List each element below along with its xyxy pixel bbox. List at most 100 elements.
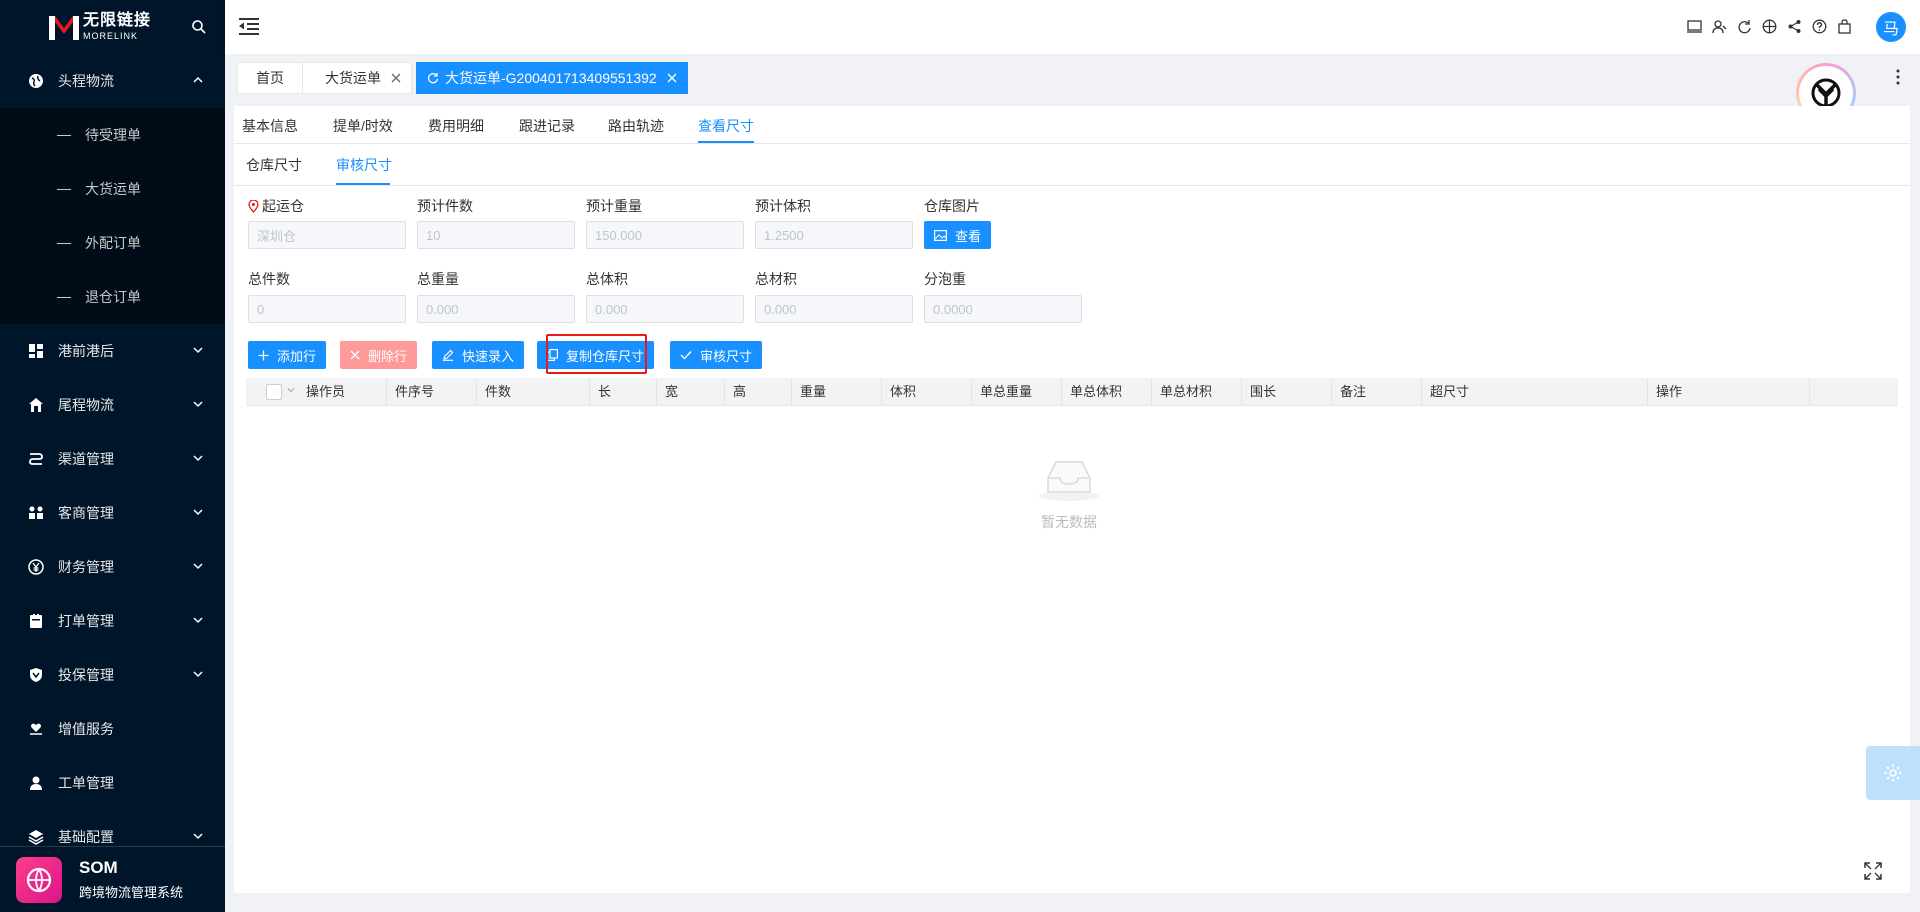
- sidebar: 无限链接 MORELINK 头程物流 待受理单 大货运单 外配订单 退仓订单 港…: [0, 0, 225, 912]
- sidebar-subitem-label: 待受理单: [85, 127, 141, 143]
- total-pieces-field[interactable]: 0: [248, 295, 406, 323]
- user-switch-icon[interactable]: [1712, 19, 1727, 34]
- sidebar-item-first-leg[interactable]: 头程物流: [0, 54, 225, 108]
- chevron-down-icon[interactable]: [287, 386, 295, 394]
- refresh-icon[interactable]: [1737, 19, 1752, 34]
- tab-follow-up[interactable]: 跟进记录: [519, 116, 575, 136]
- help-icon[interactable]: [1812, 19, 1827, 34]
- fullscreen-icon[interactable]: [1864, 862, 1882, 880]
- morelink-logo-icon: [49, 16, 79, 40]
- est-weight-field[interactable]: 150.000: [586, 221, 744, 249]
- column-header: 件数: [477, 378, 590, 406]
- brand-logo[interactable]: 无限链接 MORELINK: [0, 0, 225, 54]
- detail-tabs: 基本信息 提单/时效 费用明细 跟进记录 路由轨迹 查看尺寸: [234, 106, 1910, 144]
- est-pieces-label: 预计件数: [417, 198, 473, 214]
- add-row-button[interactable]: 添加行: [248, 341, 327, 369]
- sidebar-item-value-added[interactable]: 增值服务: [0, 702, 225, 756]
- sidebar-item-insurance[interactable]: 投保管理: [0, 648, 225, 702]
- tab-label: 首页: [256, 70, 284, 86]
- tab-audit-size[interactable]: 审核尺寸: [336, 155, 392, 175]
- column-header: 单总体积: [1062, 378, 1152, 406]
- tab-fee-details[interactable]: 费用明细: [428, 116, 484, 136]
- bubble-weight-field[interactable]: 0.0000: [924, 295, 1082, 323]
- sidebar-item-channel[interactable]: 渠道管理: [0, 432, 225, 486]
- select-all-checkbox[interactable]: [266, 384, 282, 400]
- tab-bill-timeliness[interactable]: 提单/时效: [333, 116, 393, 136]
- view-photo-button[interactable]: 查看: [924, 221, 992, 249]
- sidebar-item-label: 港前港后: [58, 343, 114, 359]
- empty-text: 暂无数据: [1041, 514, 1097, 530]
- refresh-icon[interactable]: [427, 72, 439, 84]
- est-weight-label: 预计重量: [586, 198, 642, 214]
- language-icon[interactable]: [1762, 19, 1777, 34]
- gear-icon: [1884, 764, 1902, 782]
- tab-view-size[interactable]: 查看尺寸: [698, 116, 754, 136]
- settings-floating-button[interactable]: [1866, 746, 1920, 800]
- tab-home[interactable]: 首页: [237, 62, 303, 94]
- sidebar-item-merchant[interactable]: 客商管理: [0, 486, 225, 540]
- share-icon[interactable]: [1787, 19, 1802, 34]
- sidebar-item-print[interactable]: 打单管理: [0, 594, 225, 648]
- plus-icon: [258, 350, 269, 360]
- copy-icon: [547, 349, 558, 361]
- button-label: 复制仓库尺寸: [566, 348, 645, 364]
- sidebar-item-label: 打单管理: [58, 613, 114, 629]
- tab-warehouse-size[interactable]: 仓库尺寸: [246, 155, 302, 175]
- table-header: 操作员 件序号 件数 长 宽 高 重量 体积 单总重量 单总体积 单总材积 围长…: [246, 378, 1898, 406]
- edit-icon: [443, 349, 454, 361]
- sidebar-item-label: 头程物流: [58, 73, 114, 89]
- size-tabs: 仓库尺寸 审核尺寸: [234, 144, 1910, 186]
- sidebar-subitem-return[interactable]: 退仓订单: [0, 270, 225, 324]
- sidebar-subitem-bulk-waybill[interactable]: 大货运单: [0, 162, 225, 216]
- sidebar-item-label: 客商管理: [58, 505, 114, 521]
- quick-entry-button[interactable]: 快速录入: [432, 341, 525, 369]
- sidebar-item-work-order[interactable]: 工单管理: [0, 756, 225, 810]
- close-icon[interactable]: [391, 73, 401, 83]
- origin-warehouse-label: 起运仓: [248, 196, 304, 216]
- copy-warehouse-size-button[interactable]: 复制仓库尺寸: [537, 341, 655, 369]
- sidebar-footer: SOM 跨境物流管理系统: [0, 846, 225, 912]
- search-icon[interactable]: [191, 19, 207, 35]
- shopping-bag-icon[interactable]: [1837, 19, 1852, 34]
- sidebar-item-port[interactable]: 港前港后: [0, 324, 225, 378]
- est-pieces-field[interactable]: 10: [417, 221, 575, 249]
- total-volume-field[interactable]: 0.000: [586, 295, 744, 323]
- total-weight-label: 总重量: [417, 271, 459, 287]
- brand-name-cn: 无限链接: [83, 12, 152, 29]
- chevron-down-icon: [193, 455, 203, 462]
- sidebar-item-last-mile[interactable]: 尾程物流: [0, 378, 225, 432]
- total-weight-field[interactable]: 0.000: [417, 295, 575, 323]
- sidebar-item-finance[interactable]: 财务管理: [0, 540, 225, 594]
- sidebar-item-label: 增值服务: [58, 721, 114, 737]
- avatar[interactable]: 马: [1876, 12, 1906, 42]
- total-dim-weight-field[interactable]: 0.000: [755, 295, 913, 323]
- chevron-down-icon: [193, 671, 203, 678]
- sidebar-subitem-pending[interactable]: 待受理单: [0, 108, 225, 162]
- empty-inbox-icon: [1039, 461, 1099, 501]
- sidebar-subitem-external[interactable]: 外配订单: [0, 216, 225, 270]
- origin-warehouse-field[interactable]: 深圳仓: [248, 221, 406, 249]
- globe-icon: [28, 73, 44, 89]
- delete-row-button[interactable]: 删除行: [340, 341, 418, 369]
- close-icon[interactable]: [667, 73, 677, 83]
- top-header: 马: [225, 0, 1920, 54]
- monitor-icon[interactable]: [1687, 19, 1702, 34]
- more-options-icon[interactable]: [1896, 68, 1900, 86]
- menu-collapse-icon[interactable]: [239, 17, 259, 35]
- tab-route-track[interactable]: 路由轨迹: [608, 116, 664, 136]
- users-icon: [28, 505, 44, 521]
- system-subtitle: 跨境物流管理系统: [79, 885, 184, 900]
- est-volume-field[interactable]: 1.2500: [755, 221, 913, 249]
- audit-size-button[interactable]: 审核尺寸: [670, 341, 763, 369]
- tab-label: 大货运单: [325, 70, 381, 86]
- tab-waybill-detail[interactable]: 大货运单-G200401713409551392: [416, 62, 688, 94]
- tab-basic-info[interactable]: 基本信息: [242, 116, 298, 136]
- sidebar-subitem-label: 退仓订单: [85, 289, 141, 305]
- total-dim-weight-label: 总材积: [755, 271, 797, 287]
- active-tab-indicator: [336, 183, 390, 185]
- sidebar-item-label: 投保管理: [58, 667, 114, 683]
- column-header: 单总材积: [1152, 378, 1242, 406]
- user-icon: [28, 775, 44, 791]
- sidebar-item-label: 基础配置: [58, 829, 114, 845]
- tab-bulk-waybill[interactable]: 大货运单: [302, 62, 412, 94]
